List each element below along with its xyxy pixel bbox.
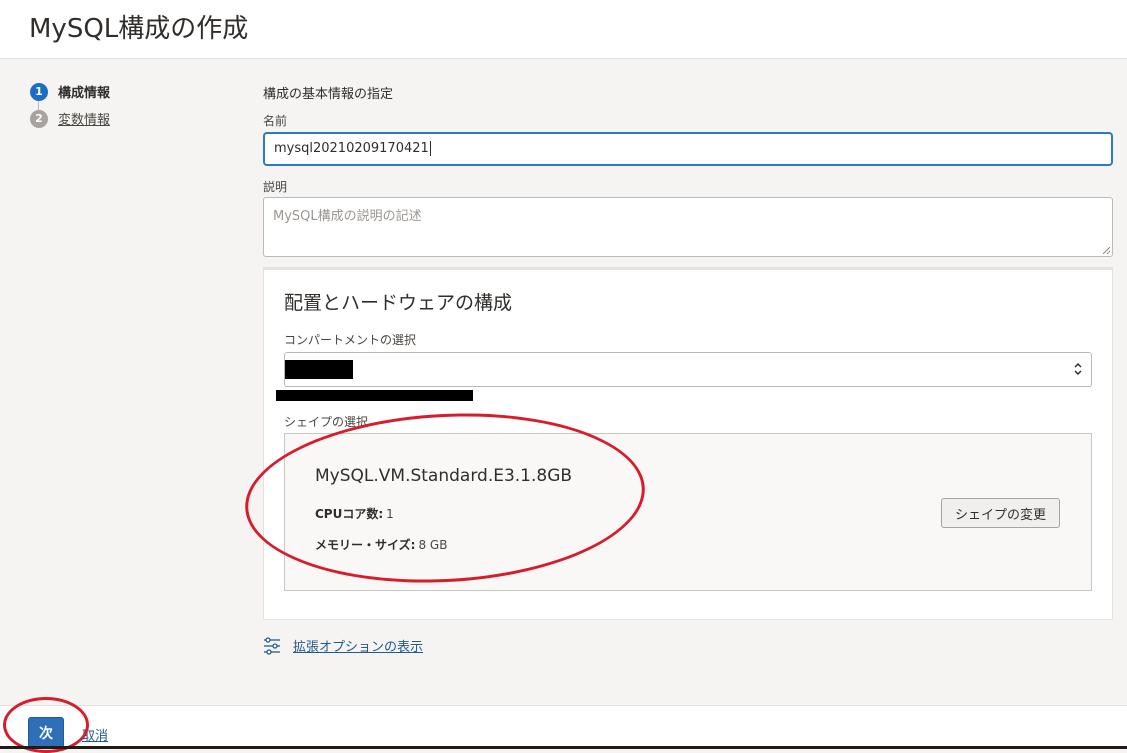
redacted-compartment-value (285, 360, 353, 379)
step-1-config-info[interactable]: 1 構成情報 (30, 82, 110, 101)
resize-grip-icon[interactable] (1103, 247, 1110, 254)
footer: 次 取消 (0, 705, 1127, 749)
chevron-updown-icon (1074, 362, 1082, 376)
annotation-ellipse-next (3, 697, 89, 753)
section-label: 構成の基本情報の指定 (263, 87, 394, 102)
step-1-label: 構成情報 (58, 86, 111, 101)
name-label: 名前 (263, 114, 288, 128)
step-1-number: 1 (30, 82, 48, 101)
description-placeholder: MySQL構成の説明の記述 (273, 209, 422, 224)
description-textarea[interactable]: MySQL構成の説明の記述 (263, 197, 1113, 257)
change-shape-button[interactable]: シェイプの変更 (941, 498, 1060, 528)
sliders-icon (264, 636, 280, 655)
step-2-label: 変数情報 (58, 113, 111, 128)
step-2-number: 2 (30, 109, 48, 128)
page-title: MySQL構成の作成 (29, 14, 249, 44)
description-label: 説明 (263, 180, 288, 194)
name-input[interactable]: mysql20210209170421 (263, 132, 1113, 166)
text-caret (429, 141, 431, 156)
advanced-options-link[interactable]: 拡張オプションの表示 (293, 636, 423, 655)
name-input-value: mysql20210209170421 (274, 141, 429, 156)
advanced-options[interactable]: 拡張オプションの表示 (263, 636, 423, 655)
panel-title: 配置とハードウェアの構成 (284, 292, 513, 314)
page-header: MySQL構成の作成 (0, 0, 1127, 59)
compartment-select[interactable] (284, 352, 1092, 387)
compartment-label: コンパートメントの選択 (284, 333, 417, 347)
redacted-compartment-path (276, 390, 473, 401)
step-2-variable-info[interactable]: 2 変数情報 (30, 109, 110, 128)
